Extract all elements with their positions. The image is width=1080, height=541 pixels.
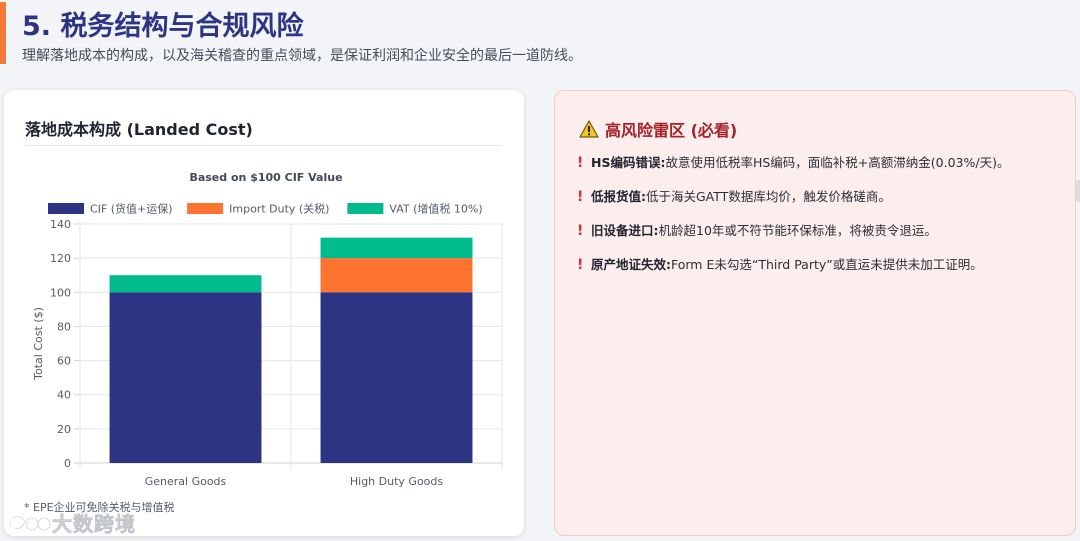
- risk-item-used-equipment: ! 旧设备进口: 机龄超10年或不符节能环保标准，将被责令退运。: [577, 223, 1067, 257]
- risk-label: HS编码错误:: [591, 155, 666, 170]
- page-header: 5. 税务结构与合规风险 理解落地成本的构成，以及海关稽查的重点领域，是保证利润…: [0, 0, 1080, 74]
- chart-title: Based on $100 CIF Value: [189, 171, 342, 184]
- risk-label: 低报货值:: [591, 189, 646, 204]
- risk-text: 故意使用低税率HS编码，面临补税+高额滞纳金(0.03%/天)。: [665, 155, 1010, 170]
- title-divider: [25, 145, 502, 146]
- risk-item-under-valuation: ! 低报货值: 低于海关GATT数据库均价，触发价格磋商。: [577, 189, 1067, 223]
- y-axis-label: Total Cost ($): [32, 307, 45, 381]
- bar-segment: [320, 258, 473, 293]
- y-tick-label: 120: [50, 252, 71, 265]
- landed-cost-chart: Based on $100 CIF Value CIF (货值+运保) Import…: [32, 171, 503, 488]
- page-title: 5. 税务结构与合规风险: [22, 11, 304, 42]
- high-risk-card: 高风险雷区 (必看) ! HS编码错误: 故意使用低税率HS编码，面临补税+高额…: [554, 90, 1076, 536]
- y-tick-label: 0: [64, 457, 71, 470]
- x-tick-label: General Goods: [145, 475, 227, 488]
- x-tick-label: High Duty Goods: [350, 475, 444, 488]
- bar-segment: [320, 237, 473, 259]
- bar-segment: [109, 275, 262, 293]
- y-tick-label: 20: [57, 423, 71, 436]
- y-tick-label: 40: [57, 389, 71, 402]
- page: 5. 税务结构与合规风险 理解落地成本的构成，以及海关稽查的重点领域，是保证利润…: [0, 0, 1080, 541]
- watermark-logo-icon: [8, 514, 52, 531]
- legend-swatch: [187, 203, 224, 214]
- exclamation-icon: !: [577, 155, 584, 171]
- warning-triangle-icon: [579, 120, 599, 138]
- risk-text: 机龄超10年或不符节能环保标准，将被责令退运。: [658, 223, 937, 238]
- bar-segment: [109, 292, 262, 463]
- y-tick-label: 80: [57, 320, 71, 333]
- bar-segment: [320, 292, 473, 463]
- landed-cost-chart-container: Based on $100 CIF Value CIF (货值+运保) Import…: [4, 150, 524, 500]
- watermark: 大数跨境: [6, 508, 136, 537]
- risk-list: ! HS编码错误: 故意使用低税率HS编码，面临补税+高额滞纳金(0.03%/天…: [577, 155, 1067, 291]
- watermark-text: 大数跨境: [52, 512, 136, 537]
- risk-text: 低于海关GATT数据库均价，触发价格磋商。: [646, 189, 891, 204]
- accent-bar: [0, 2, 6, 64]
- risk-label: 原产地证失效:: [591, 257, 671, 272]
- exclamation-icon: !: [577, 257, 584, 273]
- risk-item-origin-certificate: ! 原产地证失效: Form E未勾选“Third Party”或直运未提供未加…: [577, 257, 1067, 291]
- edge-scroll-handle[interactable]: [1076, 180, 1080, 202]
- y-tick-label: 100: [50, 286, 71, 299]
- legend-label: VAT (增值税 10%): [389, 202, 482, 216]
- legend-label: Import Duty (关税): [229, 202, 329, 216]
- legend-label: CIF (货值+运保): [90, 202, 173, 216]
- y-tick-label: 140: [50, 218, 71, 231]
- high-risk-title: 高风险雷区 (必看): [605, 121, 738, 140]
- landed-cost-card: 落地成本构成 (Landed Cost) Based on $100 CIF V…: [4, 90, 524, 536]
- legend-swatch: [48, 203, 85, 214]
- risk-text: Form E未勾选“Third Party”或直运未提供未加工证明。: [671, 257, 983, 272]
- legend-swatch: [347, 203, 384, 214]
- page-subtitle: 理解落地成本的构成，以及海关稽查的重点领域，是保证利润和企业安全的最后一道防线。: [22, 48, 582, 64]
- exclamation-icon: !: [577, 223, 584, 239]
- y-tick-label: 60: [57, 355, 71, 368]
- risk-label: 旧设备进口:: [591, 223, 659, 238]
- landed-cost-title: 落地成本构成 (Landed Cost): [25, 120, 253, 139]
- risk-item-hs-code: ! HS编码错误: 故意使用低税率HS编码，面临补税+高额滞纳金(0.03%/天…: [577, 155, 1067, 189]
- exclamation-icon: !: [577, 189, 584, 205]
- high-risk-header: 高风险雷区 (必看): [579, 117, 737, 141]
